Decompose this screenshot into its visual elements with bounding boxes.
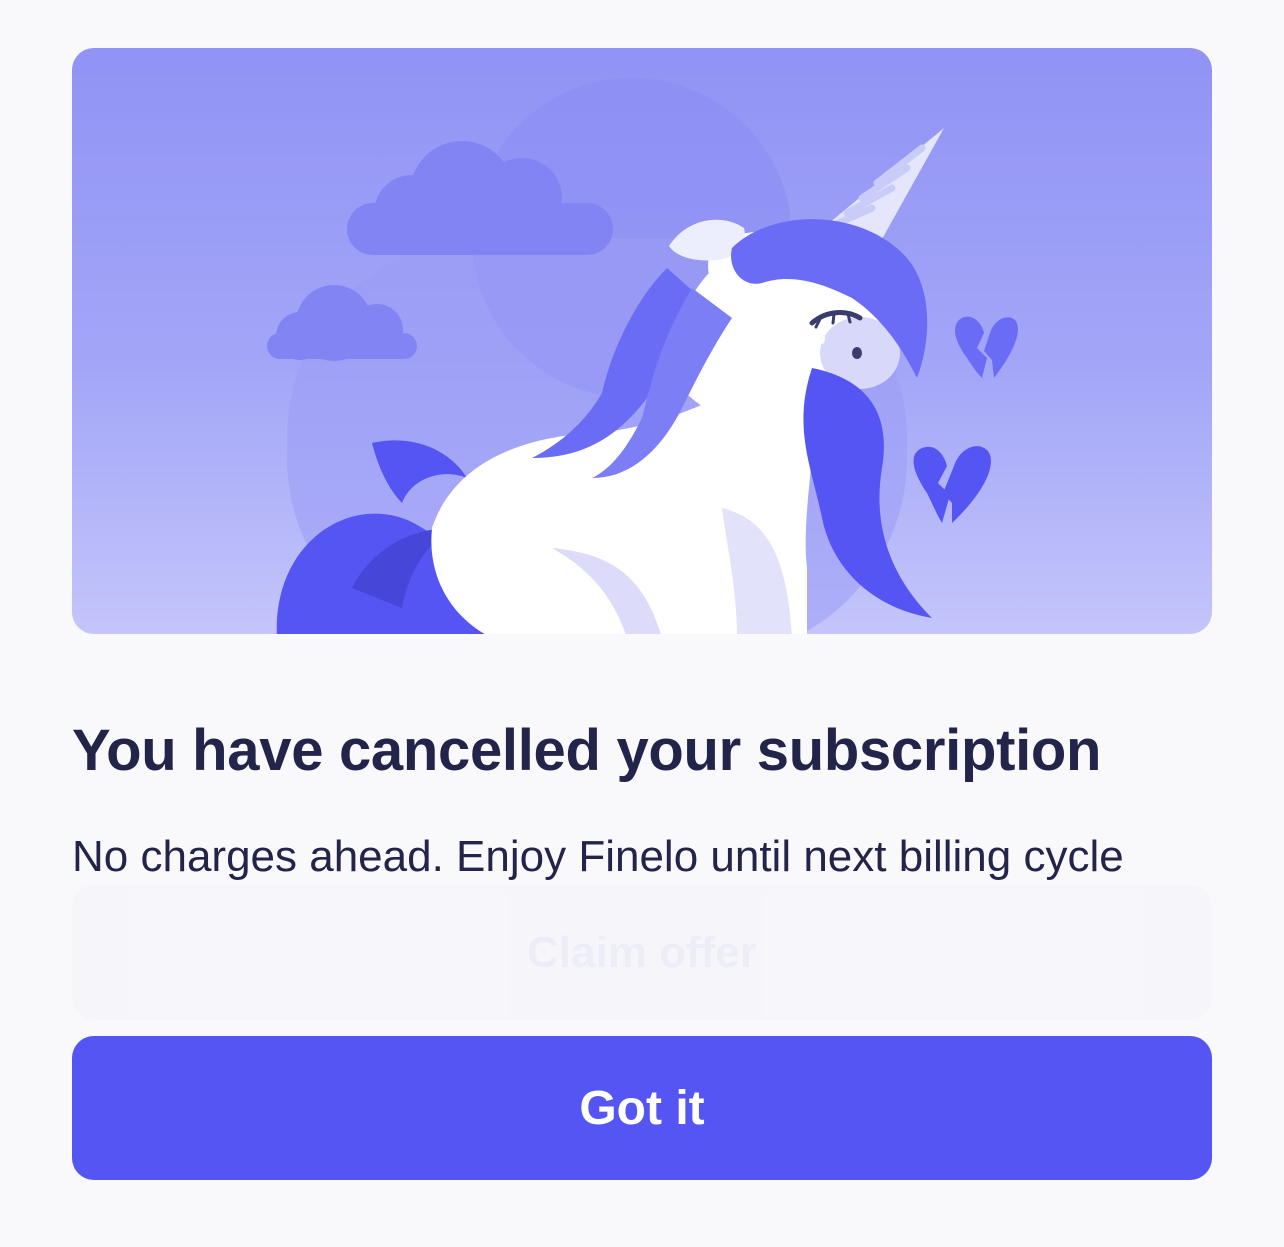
broken-heart-icon: [955, 316, 1018, 378]
broken-heart-icon: [913, 446, 991, 523]
sad-unicorn-illustration: [267, 78, 1018, 634]
hero-illustration: [72, 48, 1212, 634]
unicorn-nostril: [852, 347, 862, 359]
background-claim-offer-button: Claim offer: [72, 885, 1212, 1020]
cancellation-screen: You have cancelled your subscription No …: [0, 0, 1284, 1247]
page-title: You have cancelled your subscription: [72, 718, 1102, 783]
unicorn-tear: [819, 332, 825, 344]
got-it-button[interactable]: Got it: [72, 1036, 1212, 1180]
background-price-text: [220, 8, 860, 40]
subscription-status-description: No charges ahead. Enjoy Finelo until nex…: [72, 832, 1124, 881]
